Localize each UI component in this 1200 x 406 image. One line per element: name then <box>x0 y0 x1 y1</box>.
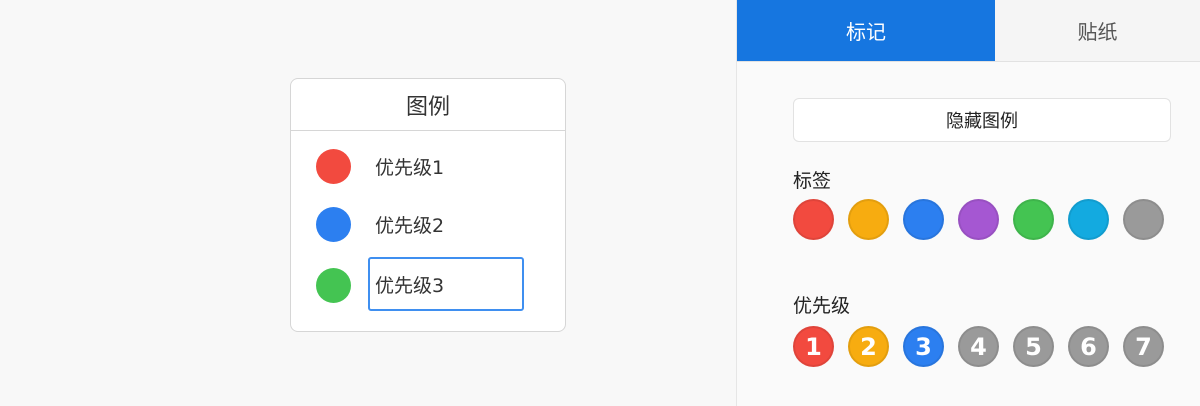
side-panel: 标记 贴纸 隐藏图例 标签 优先级 1234567 <box>736 0 1200 406</box>
legend-item[interactable]: 优先级1 <box>291 137 565 195</box>
tab-markers[interactable]: 标记 <box>737 0 995 61</box>
priority-section-title: 优先级 <box>793 295 851 317</box>
legend-item-label-input[interactable]: 优先级3 <box>368 257 524 311</box>
tag-color-swatch[interactable] <box>1068 199 1109 240</box>
priority-icon-row: 1234567 <box>793 326 1164 367</box>
priority-7-icon[interactable]: 7 <box>1123 326 1164 367</box>
canvas[interactable]: 图例 优先级1 优先级2 优先级3 <box>0 0 736 406</box>
tag-color-swatch[interactable] <box>793 199 834 240</box>
priority-1-icon[interactable]: 1 <box>793 326 834 367</box>
priority-5-icon[interactable]: 5 <box>1013 326 1054 367</box>
legend-item-label[interactable]: 优先级1 <box>375 153 444 180</box>
tag-color-swatch[interactable] <box>903 199 944 240</box>
priority-3-color-dot <box>316 267 351 303</box>
priority-2-icon[interactable]: 2 <box>848 326 889 367</box>
legend-item-label[interactable]: 优先级2 <box>375 211 444 238</box>
legend-item[interactable]: 优先级3 <box>291 256 565 314</box>
tag-color-swatch[interactable] <box>1013 199 1054 240</box>
tag-color-swatch[interactable] <box>958 199 999 240</box>
tag-color-swatch[interactable] <box>1123 199 1164 240</box>
tags-section-title: 标签 <box>793 170 832 192</box>
legend-card[interactable]: 图例 优先级1 优先级2 优先级3 <box>290 78 566 332</box>
legend-title: 图例 <box>291 79 565 131</box>
tag-color-row <box>793 199 1164 240</box>
tag-color-swatch[interactable] <box>848 199 889 240</box>
legend-item[interactable]: 优先级2 <box>291 195 565 253</box>
tab-bar: 标记 贴纸 <box>737 0 1200 62</box>
priority-2-color-dot <box>316 206 351 242</box>
tab-stickers[interactable]: 贴纸 <box>995 0 1200 61</box>
priority-4-icon[interactable]: 4 <box>958 326 999 367</box>
priority-1-color-dot <box>316 148 351 184</box>
hide-legend-button[interactable]: 隐藏图例 <box>793 98 1171 142</box>
priority-6-icon[interactable]: 6 <box>1068 326 1109 367</box>
priority-3-icon[interactable]: 3 <box>903 326 944 367</box>
